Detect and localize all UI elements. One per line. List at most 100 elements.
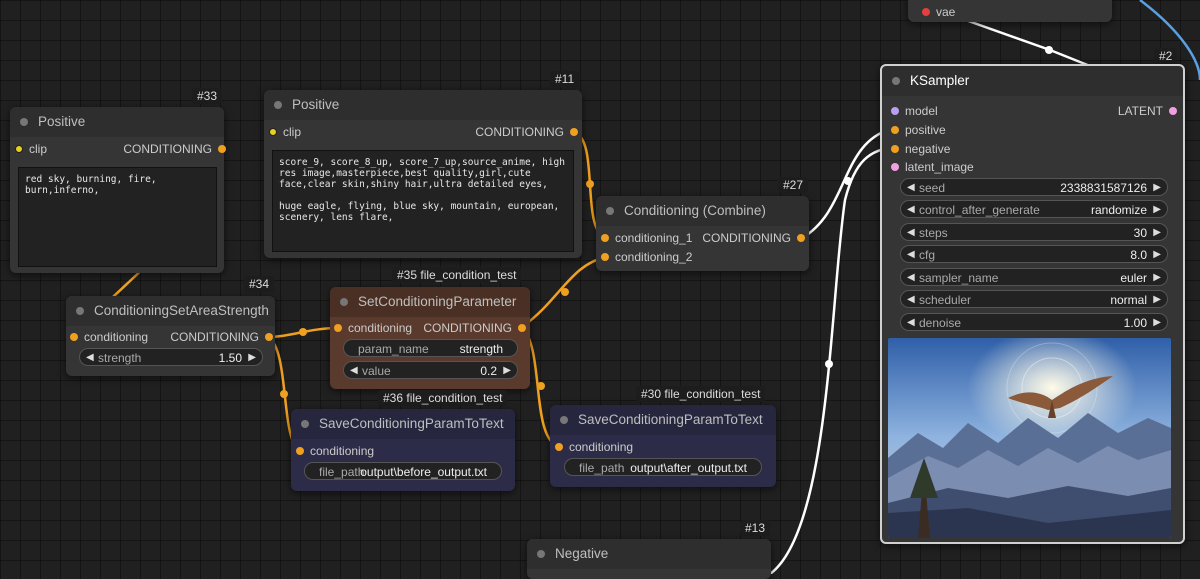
ksampler-node-2[interactable]: KSampler model LATENT positive negative … — [880, 64, 1185, 544]
decrement-arrow-icon[interactable]: ◀ — [907, 314, 915, 332]
model-input-pin[interactable] — [891, 107, 899, 115]
node-title[interactable]: SaveConditioningParamToText — [550, 405, 776, 435]
node-title[interactable]: Negative — [527, 539, 771, 569]
collapse-dot-icon[interactable] — [340, 298, 348, 306]
conditioning-output-pin[interactable] — [265, 333, 273, 341]
conditioning-output-pin[interactable] — [518, 324, 526, 332]
positive-node-11[interactable]: Positive clip CONDITIONING score_9, scor… — [264, 90, 582, 258]
clip-input[interactable]: clip — [269, 124, 301, 140]
decrement-arrow-icon[interactable]: ◀ — [907, 269, 915, 287]
collapse-dot-icon[interactable] — [892, 77, 900, 85]
conditioning-set-area-strength-node-34[interactable]: ConditioningSetAreaStrength conditioning… — [66, 296, 275, 376]
conditioning-input[interactable]: conditioning — [334, 320, 412, 336]
latent-image-input[interactable]: latent_image — [891, 159, 974, 175]
conditioning-input-pin[interactable] — [296, 447, 304, 455]
conditioning-1-input[interactable]: conditioning_1 — [601, 230, 692, 246]
conditioning-1-pin[interactable] — [601, 234, 609, 242]
conditioning-output[interactable]: CONDITIONING — [702, 230, 805, 246]
collapse-dot-icon[interactable] — [301, 420, 309, 428]
node-title[interactable]: Conditioning (Combine) — [596, 196, 809, 226]
increment-arrow-icon[interactable]: ▶ — [1153, 314, 1161, 332]
latent-output-pin[interactable] — [1169, 107, 1177, 115]
collapse-dot-icon[interactable] — [606, 207, 614, 215]
file-path-widget[interactable]: file_path output\after_output.txt — [564, 458, 762, 476]
control-after-generate-widget[interactable]: ◀ control_after_generate randomize ▶ — [900, 200, 1168, 218]
scheduler-widget[interactable]: ◀ scheduler normal ▶ — [900, 290, 1168, 308]
vae-input-pin[interactable] — [922, 8, 930, 16]
increment-arrow-icon[interactable]: ▶ — [503, 362, 511, 380]
denoise-widget[interactable]: ◀ denoise 1.00 ▶ — [900, 313, 1168, 331]
increment-arrow-icon[interactable]: ▶ — [1153, 224, 1161, 242]
node-title[interactable]: SaveConditioningParamToText — [291, 409, 515, 439]
collapse-dot-icon[interactable] — [537, 550, 545, 558]
conditioning-2-input[interactable]: conditioning_2 — [601, 249, 692, 265]
conditioning-output-pin[interactable] — [570, 128, 578, 136]
decrement-arrow-icon[interactable]: ◀ — [86, 349, 94, 367]
conditioning-2-pin[interactable] — [601, 253, 609, 261]
increment-arrow-icon[interactable]: ▶ — [1153, 269, 1161, 287]
file-path-widget[interactable]: file_path output\before_output.txt — [304, 462, 502, 480]
set-conditioning-parameter-node-35[interactable]: SetConditioningParameter conditioning CO… — [330, 287, 530, 389]
vae-input[interactable]: vae — [922, 4, 955, 20]
decrement-arrow-icon[interactable]: ◀ — [907, 179, 915, 197]
increment-arrow-icon[interactable]: ▶ — [1153, 179, 1161, 197]
clip-input-pin[interactable] — [15, 145, 23, 153]
negative-input[interactable]: negative — [891, 141, 950, 157]
prompt-textarea[interactable]: score_9, score_8_up, score_7_up,source_a… — [272, 150, 574, 252]
seed-widget[interactable]: ◀ seed 2338831587126 ▶ — [900, 178, 1168, 196]
collapse-dot-icon[interactable] — [20, 118, 28, 126]
strength-widget[interactable]: ◀ strength 1.50 ▶ — [79, 348, 263, 366]
cfg-widget[interactable]: ◀ cfg 8.0 ▶ — [900, 245, 1168, 263]
conditioning-output-pin[interactable] — [797, 234, 805, 242]
conditioning-input[interactable]: conditioning — [70, 329, 148, 345]
collapse-dot-icon[interactable] — [560, 416, 568, 424]
conditioning-input-pin[interactable] — [334, 324, 342, 332]
positive-input[interactable]: positive — [891, 122, 946, 138]
latent-image-input-pin[interactable] — [891, 163, 899, 171]
vae-node[interactable]: vae — [908, 0, 1112, 22]
increment-arrow-icon[interactable]: ▶ — [248, 349, 256, 367]
conditioning-combine-node-27[interactable]: Conditioning (Combine) conditioning_1 CO… — [596, 196, 809, 271]
clip-input-pin[interactable] — [269, 128, 277, 136]
conditioning-output[interactable]: CONDITIONING — [423, 320, 526, 336]
conditioning-input[interactable]: conditioning — [555, 439, 633, 455]
decrement-arrow-icon[interactable]: ◀ — [907, 201, 915, 219]
conditioning-input-pin[interactable] — [70, 333, 78, 341]
conditioning-input-pin[interactable] — [555, 443, 563, 451]
decrement-arrow-icon[interactable]: ◀ — [907, 246, 915, 264]
increment-arrow-icon[interactable]: ▶ — [1153, 201, 1161, 219]
latent-output[interactable]: LATENT — [1118, 103, 1177, 119]
param-name-widget[interactable]: param_name strength — [343, 339, 518, 357]
node-title[interactable]: ConditioningSetAreaStrength — [66, 296, 275, 326]
negative-input-pin[interactable] — [891, 145, 899, 153]
widget-label: scheduler — [919, 293, 972, 307]
node-title[interactable]: Positive — [10, 107, 224, 137]
widget-label: value — [362, 364, 391, 378]
conditioning-output-pin[interactable] — [218, 145, 226, 153]
save-conditioning-param-node-36[interactable]: SaveConditioningParamToText conditioning… — [291, 409, 515, 491]
value-widget[interactable]: ◀ value 0.2 ▶ — [343, 361, 518, 379]
node-title[interactable]: SetConditioningParameter — [330, 287, 530, 317]
positive-input-pin[interactable] — [891, 126, 899, 134]
increment-arrow-icon[interactable]: ▶ — [1153, 291, 1161, 309]
save-conditioning-param-node-30[interactable]: SaveConditioningParamToText conditioning… — [550, 405, 776, 487]
conditioning-output[interactable]: CONDITIONING — [475, 124, 578, 140]
collapse-dot-icon[interactable] — [274, 101, 282, 109]
node-title[interactable]: KSampler — [882, 66, 1183, 96]
steps-widget[interactable]: ◀ steps 30 ▶ — [900, 223, 1168, 241]
increment-arrow-icon[interactable]: ▶ — [1153, 246, 1161, 264]
positive-node-33[interactable]: Positive clip CONDITIONING red sky, burn… — [10, 107, 226, 273]
clip-input[interactable]: clip — [15, 141, 47, 157]
decrement-arrow-icon[interactable]: ◀ — [907, 224, 915, 242]
prompt-textarea[interactable]: red sky, burning, fire, burn,inferno, — [18, 167, 217, 267]
model-input[interactable]: model — [891, 103, 938, 119]
node-title[interactable]: Positive — [264, 90, 582, 120]
decrement-arrow-icon[interactable]: ◀ — [350, 362, 358, 380]
decrement-arrow-icon[interactable]: ◀ — [907, 291, 915, 309]
collapse-dot-icon[interactable] — [76, 307, 84, 315]
sampler-name-widget[interactable]: ◀ sampler_name euler ▶ — [900, 268, 1168, 286]
conditioning-output[interactable]: CONDITIONING — [123, 141, 226, 157]
conditioning-output[interactable]: CONDITIONING — [170, 329, 273, 345]
negative-node-13[interactable]: Negative — [527, 539, 771, 579]
conditioning-input[interactable]: conditioning — [296, 443, 374, 459]
